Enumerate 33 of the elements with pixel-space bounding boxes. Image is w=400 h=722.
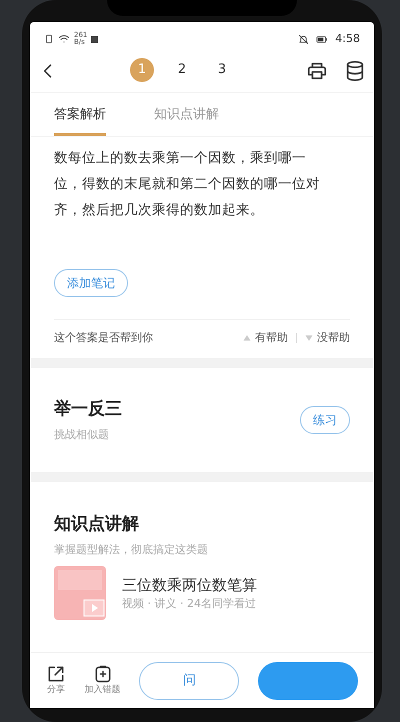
add-wrong-button[interactable]: 加入错题 [84, 664, 121, 698]
video-meta: 视频 · 讲义 · 24名同学看过 [122, 596, 257, 612]
wifi-icon [58, 33, 70, 45]
section-title: 举一反三 [54, 398, 122, 421]
page-number[interactable]: 3 [210, 58, 234, 82]
ask-button[interactable]: 问 [139, 662, 240, 700]
video-title: 三位数乘两位数笔算 [122, 574, 257, 596]
share-button[interactable]: 分享 [46, 664, 66, 698]
page-number[interactable]: 1 [130, 58, 154, 82]
practice-button[interactable]: 练习 [300, 406, 350, 434]
video-item[interactable]: 三位数乘两位数笔算 视频 · 讲义 · 24名同学看过 [54, 566, 350, 620]
up-triangle-icon [243, 334, 251, 342]
stack-icon [344, 60, 366, 82]
status-time: 4:58 [335, 30, 360, 47]
helpful-button[interactable]: 有帮助 [243, 330, 288, 346]
muted-bell-icon [298, 34, 310, 44]
stack-button[interactable] [344, 58, 366, 82]
add-note-button[interactable]: 添加笔记 [54, 268, 128, 296]
tab[interactable]: 知识点讲解 [154, 101, 219, 136]
section-subtitle: 挑战相似题 [54, 426, 110, 442]
feedback-question: 这个答案是否帮到你 [54, 330, 153, 346]
share-icon [46, 664, 66, 684]
clipboard-plus-icon [92, 664, 113, 684]
page-number[interactable]: 2 [170, 58, 194, 82]
section-title: 知识点讲解 [54, 513, 140, 536]
section-subtitle: 掌握题型解法，彻底搞定这类题 [54, 542, 209, 558]
answer-text: 数每位上的数去乘第一个因数，乘到哪一位，得数的末尾就和第二个因数的哪一位对齐，然后把几次乘得的数加起来。 [54, 148, 321, 220]
down-triangle-icon [305, 334, 313, 342]
tab[interactable]: 答案解析 [54, 101, 106, 136]
sim-icon [44, 34, 54, 44]
notification-icon [91, 36, 98, 42]
not-helpful-button[interactable]: 没帮助 [305, 330, 350, 346]
primary-button[interactable] [258, 662, 358, 700]
